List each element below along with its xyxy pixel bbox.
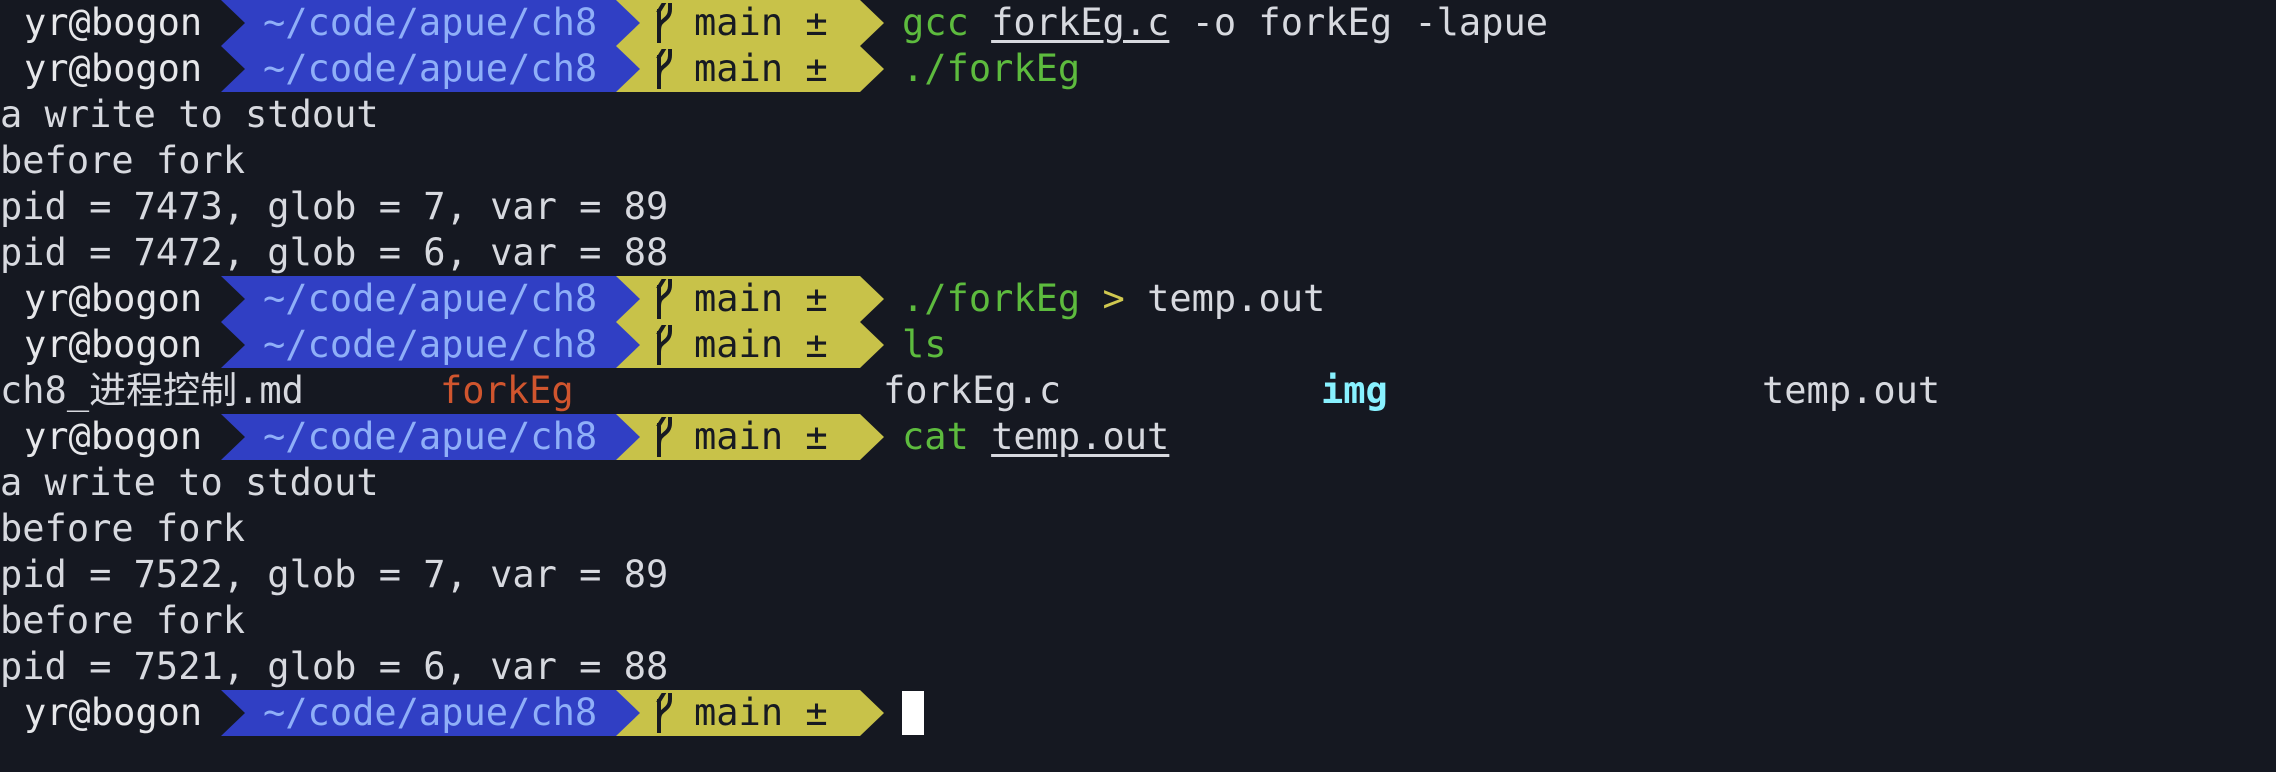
git-branch-icon — [656, 49, 672, 89]
prompt-path: ~/code/apue/ch8 — [221, 0, 640, 46]
git-branch-icon — [656, 693, 672, 733]
prompt-git-status: main ± — [616, 0, 884, 46]
ls-entry-markdown: ch8_进程控制.md — [0, 369, 304, 412]
prompt-path: ~/code/apue/ch8 — [221, 690, 640, 736]
output-line: pid = 7521, glob = 6, var = 88 — [0, 645, 669, 688]
prompt-path: ~/code/apue/ch8 — [221, 414, 640, 460]
prompt-git-status: main ± — [616, 690, 884, 736]
command-text: gcc forkEg.c -o forkEg -lapue — [860, 0, 1548, 46]
prompt-user-host: yr@bogon — [24, 691, 203, 734]
prompt-user-host: yr@bogon — [24, 323, 203, 366]
command-text: ./forkEg > temp.out — [860, 276, 1325, 322]
prompt-user-host: yr@bogon — [24, 1, 203, 44]
output-line: pid = 7522, glob = 7, var = 89 — [0, 553, 669, 596]
command-redirect: > — [1102, 277, 1125, 320]
prompt-line: yr@bogon ~/code/apue/ch8 main ± ./forkEg… — [0, 276, 2276, 322]
prompt-path: ~/code/apue/ch8 — [221, 276, 640, 322]
prompt-git-status: main ± — [616, 46, 884, 92]
prompt-git-status: main ± — [616, 276, 884, 322]
command-program: ls — [902, 323, 947, 366]
git-branch-icon — [656, 279, 672, 319]
output-line: pid = 7472, glob = 6, var = 88 — [0, 231, 669, 274]
git-branch-icon — [656, 3, 672, 43]
prompt-user-host: yr@bogon — [24, 415, 203, 458]
output-line: pid = 7473, glob = 7, var = 89 — [0, 185, 669, 228]
ls-entry-executable: forkEg — [440, 369, 574, 412]
ls-entry-output-file: temp.out — [1762, 369, 1941, 412]
ls-output-row: ch8_进程控制.md forkEg forkEg.c img temp.out — [0, 368, 2276, 414]
output-line: before fork — [0, 507, 246, 550]
prompt-branch-label: main ± — [694, 323, 828, 366]
prompt-branch-label: main ± — [694, 277, 828, 320]
prompt-git-status: main ± — [616, 414, 884, 460]
command-program: cat — [902, 415, 969, 458]
ls-entry-directory: img — [1321, 369, 1388, 412]
git-branch-icon — [656, 417, 672, 457]
command-text: ./forkEg — [860, 46, 1080, 92]
command-program: ./forkEg — [902, 47, 1081, 90]
ls-entry-source: forkEg.c — [883, 369, 1062, 412]
terminal-window[interactable]: yr@bogon ~/code/apue/ch8 main ± gcc fork… — [0, 0, 2276, 772]
command-redirect-target: temp.out — [1147, 277, 1326, 320]
prompt-user-host: yr@bogon — [24, 277, 203, 320]
command-file-arg: temp.out — [991, 415, 1170, 458]
output-line: before fork — [0, 139, 246, 182]
prompt-branch-label: main ± — [694, 691, 828, 734]
output-line: a write to stdout — [0, 93, 379, 136]
git-branch-icon — [656, 325, 672, 365]
prompt-line-active[interactable]: yr@bogon ~/code/apue/ch8 main ± — [0, 690, 2276, 736]
command-program: ./forkEg — [902, 277, 1081, 320]
prompt-path: ~/code/apue/ch8 — [221, 322, 640, 368]
prompt-user-host: yr@bogon — [24, 47, 203, 90]
command-file-arg: forkEg.c — [991, 1, 1170, 44]
output-line: a write to stdout — [0, 461, 379, 504]
prompt-git-status: main ± — [616, 322, 884, 368]
output-line: before fork — [0, 599, 246, 642]
prompt-branch-label: main ± — [694, 415, 828, 458]
prompt-path: ~/code/apue/ch8 — [221, 46, 640, 92]
prompt-line: yr@bogon ~/code/apue/ch8 main ± ls — [0, 322, 2276, 368]
prompt-line: yr@bogon ~/code/apue/ch8 main ± gcc fork… — [0, 0, 2276, 46]
command-args: -o forkEg -lapue — [1191, 1, 1549, 44]
terminal-cursor[interactable] — [902, 691, 924, 735]
prompt-line: yr@bogon ~/code/apue/ch8 main ± ./forkEg — [0, 46, 2276, 92]
prompt-branch-label: main ± — [694, 1, 828, 44]
prompt-line: yr@bogon ~/code/apue/ch8 main ± cat temp… — [0, 414, 2276, 460]
prompt-branch-label: main ± — [694, 47, 828, 90]
command-program: gcc — [902, 1, 969, 44]
command-text: cat temp.out — [860, 414, 1169, 460]
